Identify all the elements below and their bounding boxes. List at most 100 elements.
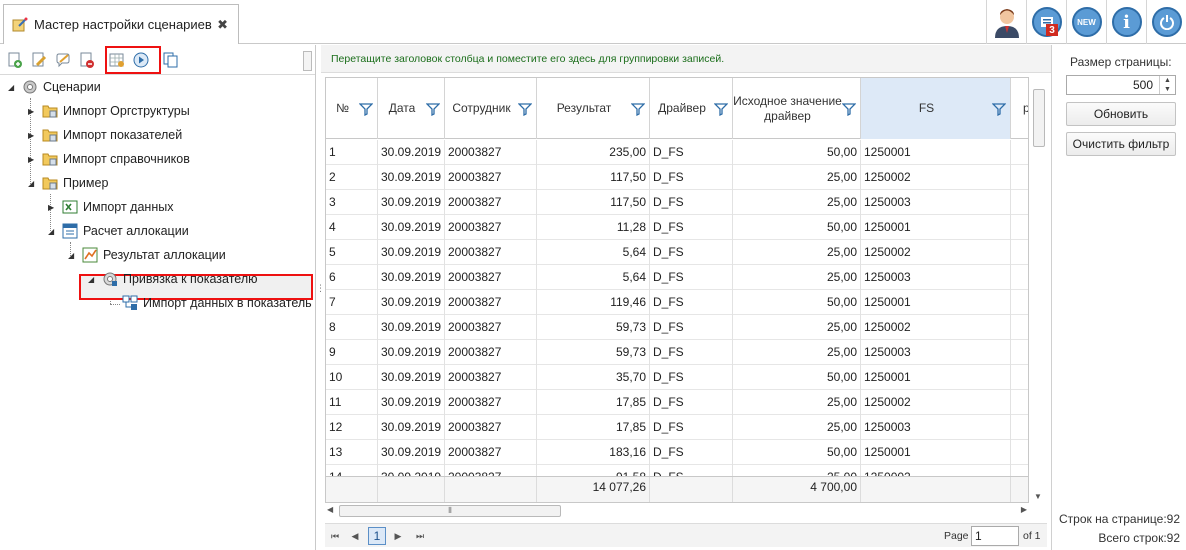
comment-button[interactable]: [52, 49, 74, 71]
cell-result: 35,70: [537, 365, 650, 390]
spin-down-icon[interactable]: ▼: [1159, 85, 1175, 94]
header-tools: 3 NEW i: [986, 0, 1186, 44]
tree-node-label: Импорт справочников: [63, 152, 190, 166]
column-header-driver-source[interactable]: Исходное значение драйвер: [733, 78, 861, 139]
expand-arrow-icon[interactable]: ▶: [28, 107, 38, 116]
excel-icon: [62, 200, 78, 214]
group-by-panel[interactable]: Перетащите заголовок столбца и поместите…: [321, 45, 1051, 73]
cell-fs: 1250001: [861, 290, 1011, 315]
summary-cell: [378, 477, 445, 502]
collapse-arrow-icon[interactable]: ◢: [48, 227, 58, 236]
filter-icon[interactable]: [631, 102, 645, 116]
horizontal-scroll-thumb[interactable]: ⦀: [339, 505, 561, 517]
delete-button[interactable]: [76, 49, 98, 71]
table-row[interactable]: 8 30.09.2019 20003827 59,73 D_FS 25,00 1250002: [326, 315, 1028, 340]
info-button[interactable]: i: [1106, 0, 1146, 44]
vertical-scroll-thumb[interactable]: [1033, 89, 1045, 147]
table-row[interactable]: 3 30.09.2019 20003827 117,50 D_FS 25,00 125000…: [326, 190, 1028, 215]
cell-result: 59,73: [537, 315, 650, 340]
filter-icon[interactable]: [359, 102, 373, 116]
expand-arrow-icon[interactable]: ▶: [48, 203, 58, 212]
tree-node-data-import[interactable]: ▶ Импорт данных: [48, 197, 173, 217]
grid-horizontal-scrollbar[interactable]: ◀ ⦀ ▶: [325, 503, 1029, 519]
column-header-driver[interactable]: Драйвер: [650, 78, 733, 139]
scroll-right-arrow-icon[interactable]: ▶: [1021, 505, 1027, 514]
filter-icon[interactable]: [842, 102, 856, 116]
refresh-button[interactable]: Обновить: [1066, 102, 1176, 126]
table-row[interactable]: 9 30.09.2019 20003827 59,73 D_FS 25,00 1250003: [326, 340, 1028, 365]
page-size-value[interactable]: 500: [1133, 78, 1153, 92]
table-row[interactable]: 13 30.09.2019 20003827 183,16 D_FS 50,00 12500…: [326, 440, 1028, 465]
tree-node-indicator-binding[interactable]: ◢ Привязка к показателю: [88, 269, 258, 289]
collapse-arrow-icon[interactable]: ◢: [28, 179, 38, 188]
prev-page-icon[interactable]: ◀: [347, 527, 363, 545]
cell-driver: D_FS: [650, 440, 733, 465]
cell-result: 59,73: [537, 340, 650, 365]
toolbar-scroll[interactable]: [303, 51, 312, 71]
spin-up-icon[interactable]: ▲: [1159, 76, 1175, 85]
filter-icon[interactable]: [518, 102, 532, 116]
power-button[interactable]: [1146, 0, 1186, 44]
page-input[interactable]: 1: [971, 526, 1019, 546]
edit-button[interactable]: [28, 49, 50, 71]
filter-icon[interactable]: [426, 102, 440, 116]
filter-icon[interactable]: [714, 102, 728, 116]
page-size-spinner[interactable]: 500 ▲ ▼: [1066, 75, 1176, 95]
user-avatar-button[interactable]: [986, 0, 1026, 44]
tree-node-allocation-calc[interactable]: ◢ Расчет аллокации: [48, 221, 189, 241]
notifications-button[interactable]: 3: [1026, 0, 1066, 44]
folder-db-icon: [42, 177, 58, 190]
table-row[interactable]: 4 30.09.2019 20003827 11,28 D_FS 50,00 1250001: [326, 215, 1028, 240]
tree-node-org-import[interactable]: ▶ Импорт Оргструктуры: [28, 101, 190, 121]
collapse-arrow-icon[interactable]: ◢: [88, 275, 98, 284]
table-row[interactable]: 6 30.09.2019 20003827 5,64 D_FS 25,00 1250003: [326, 265, 1028, 290]
column-header-date[interactable]: Дата: [378, 78, 445, 139]
tab-close-icon[interactable]: ✖: [217, 17, 228, 33]
tree-node-scenarios[interactable]: ◢ Сценарии: [8, 77, 101, 97]
table-row[interactable]: 7 30.09.2019 20003827 119,46 D_FS 50,00 125000…: [326, 290, 1028, 315]
column-header-number[interactable]: №: [326, 78, 378, 139]
collapse-arrow-icon[interactable]: ◢: [68, 251, 78, 260]
table-row[interactable]: 11 30.09.2019 20003827 17,85 D_FS 25,00 125000…: [326, 390, 1028, 415]
expand-arrow-icon[interactable]: ▶: [28, 155, 38, 164]
scroll-down-arrow-icon[interactable]: ▼: [1034, 492, 1042, 501]
grid-vertical-scrollbar[interactable]: ▼: [1031, 77, 1047, 503]
page-number-current[interactable]: 1: [368, 527, 386, 545]
collapse-arrow-icon[interactable]: ◢: [8, 83, 18, 92]
table-row[interactable]: 1 30.09.2019 20003827 235,00 D_FS 50,00 125000…: [326, 140, 1028, 165]
copy-button[interactable]: [160, 49, 182, 71]
news-button[interactable]: NEW: [1066, 0, 1106, 44]
cell-extra: [1011, 290, 1028, 315]
tree-node-indicator-data-import[interactable]: Импорт данных в показатель: [122, 293, 312, 313]
table-row[interactable]: 2 30.09.2019 20003827 117,50 D_FS 25,00 125000…: [326, 165, 1028, 190]
column-header-employee[interactable]: Сотрудник: [445, 78, 537, 139]
document-tab[interactable]: Мастер настройки сценариев ✖: [3, 4, 239, 44]
filter-icon[interactable]: [992, 102, 1006, 116]
panel-splitter[interactable]: ⋮: [316, 283, 325, 299]
tree-node-indicators-import[interactable]: ▶ Импорт показателей: [28, 125, 182, 145]
last-page-icon[interactable]: ⏭: [412, 527, 428, 545]
column-header-fs[interactable]: FS: [861, 78, 1011, 139]
cell-number: 7: [326, 290, 378, 315]
cell-driver-source: 25,00: [733, 415, 861, 440]
table-row[interactable]: 12 30.09.2019 20003827 17,85 D_FS 25,00 125000…: [326, 415, 1028, 440]
next-page-icon[interactable]: ▶: [390, 527, 406, 545]
cell-driver: D_FS: [650, 415, 733, 440]
cell-number: 2: [326, 165, 378, 190]
scroll-left-arrow-icon[interactable]: ◀: [327, 505, 333, 514]
add-button[interactable]: [4, 49, 26, 71]
column-header-result[interactable]: Результат: [537, 78, 650, 139]
expand-arrow-icon[interactable]: ▶: [28, 131, 38, 140]
table-row[interactable]: 10 30.09.2019 20003827 35,70 D_FS 50,00 125000…: [326, 365, 1028, 390]
tree-node-allocation-result[interactable]: ◢ Результат аллокации: [68, 245, 226, 265]
tree-node-example[interactable]: ◢ Пример: [28, 173, 108, 193]
cell-driver-source: 25,00: [733, 315, 861, 340]
tree-node-label: Импорт данных: [83, 200, 174, 214]
first-page-icon[interactable]: ⏮: [327, 527, 343, 545]
clear-filter-button[interactable]: Очистить фильтр: [1066, 132, 1176, 156]
column-header-truncated[interactable]: ра: [1011, 78, 1028, 139]
tree-node-reference-import[interactable]: ▶ Импорт справочников: [28, 149, 190, 169]
cell-employee: 20003827: [445, 290, 537, 315]
table-row[interactable]: 5 30.09.2019 20003827 5,64 D_FS 25,00 1250002: [326, 240, 1028, 265]
gear-link-icon: [103, 272, 117, 286]
